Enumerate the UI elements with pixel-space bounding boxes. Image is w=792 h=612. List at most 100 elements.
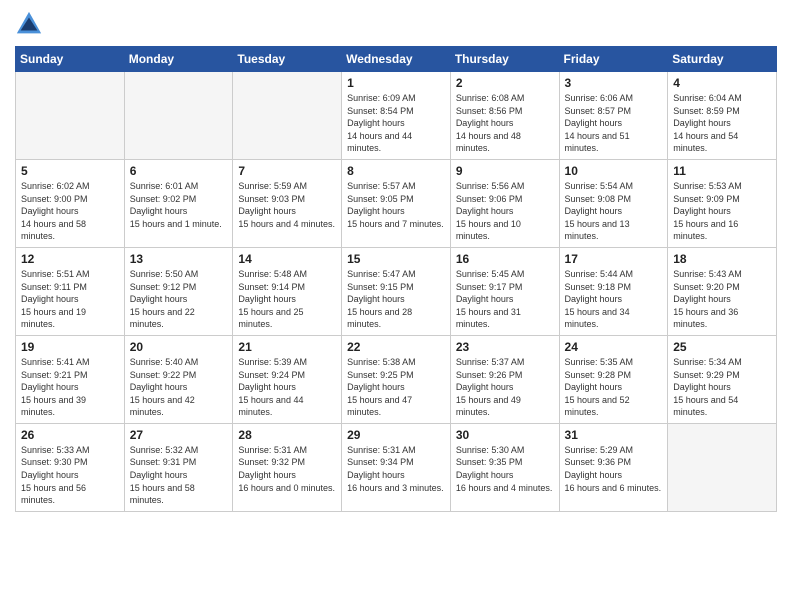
cell-info: Sunrise: 5:59 AM Sunset: 9:03 PM Dayligh…	[238, 180, 336, 230]
cell-info: Sunrise: 5:56 AM Sunset: 9:06 PM Dayligh…	[456, 180, 554, 243]
calendar-cell: 5 Sunrise: 6:02 AM Sunset: 9:00 PM Dayli…	[16, 159, 125, 247]
cell-info: Sunrise: 5:41 AM Sunset: 9:21 PM Dayligh…	[21, 356, 119, 419]
calendar-cell: 29 Sunrise: 5:31 AM Sunset: 9:34 PM Dayl…	[342, 423, 451, 511]
calendar-cell: 8 Sunrise: 5:57 AM Sunset: 9:05 PM Dayli…	[342, 159, 451, 247]
day-number: 23	[456, 340, 554, 354]
cell-info: Sunrise: 6:04 AM Sunset: 8:59 PM Dayligh…	[673, 92, 771, 155]
day-number: 9	[456, 164, 554, 178]
day-number: 3	[565, 76, 663, 90]
calendar-cell: 28 Sunrise: 5:31 AM Sunset: 9:32 PM Dayl…	[233, 423, 342, 511]
day-number: 24	[565, 340, 663, 354]
calendar-cell: 22 Sunrise: 5:38 AM Sunset: 9:25 PM Dayl…	[342, 335, 451, 423]
day-number: 14	[238, 252, 336, 266]
cell-info: Sunrise: 5:54 AM Sunset: 9:08 PM Dayligh…	[565, 180, 663, 243]
cell-info: Sunrise: 5:38 AM Sunset: 9:25 PM Dayligh…	[347, 356, 445, 419]
cell-info: Sunrise: 5:31 AM Sunset: 9:34 PM Dayligh…	[347, 444, 445, 494]
calendar-cell: 18 Sunrise: 5:43 AM Sunset: 9:20 PM Dayl…	[668, 247, 777, 335]
cell-info: Sunrise: 5:48 AM Sunset: 9:14 PM Dayligh…	[238, 268, 336, 331]
header-row: SundayMondayTuesdayWednesdayThursdayFrid…	[16, 47, 777, 72]
calendar-cell: 13 Sunrise: 5:50 AM Sunset: 9:12 PM Dayl…	[124, 247, 233, 335]
cell-info: Sunrise: 5:32 AM Sunset: 9:31 PM Dayligh…	[130, 444, 228, 507]
day-number: 1	[347, 76, 445, 90]
calendar-cell: 16 Sunrise: 5:45 AM Sunset: 9:17 PM Dayl…	[450, 247, 559, 335]
day-number: 26	[21, 428, 119, 442]
logo-icon	[15, 10, 43, 38]
day-number: 16	[456, 252, 554, 266]
col-header-thursday: Thursday	[450, 47, 559, 72]
calendar-cell: 4 Sunrise: 6:04 AM Sunset: 8:59 PM Dayli…	[668, 72, 777, 160]
calendar-cell: 15 Sunrise: 5:47 AM Sunset: 9:15 PM Dayl…	[342, 247, 451, 335]
cell-info: Sunrise: 5:57 AM Sunset: 9:05 PM Dayligh…	[347, 180, 445, 230]
logo	[15, 10, 47, 38]
cell-info: Sunrise: 5:50 AM Sunset: 9:12 PM Dayligh…	[130, 268, 228, 331]
day-number: 4	[673, 76, 771, 90]
day-number: 5	[21, 164, 119, 178]
day-number: 20	[130, 340, 228, 354]
calendar-cell: 7 Sunrise: 5:59 AM Sunset: 9:03 PM Dayli…	[233, 159, 342, 247]
day-number: 17	[565, 252, 663, 266]
day-number: 10	[565, 164, 663, 178]
calendar-cell: 2 Sunrise: 6:08 AM Sunset: 8:56 PM Dayli…	[450, 72, 559, 160]
calendar-table: SundayMondayTuesdayWednesdayThursdayFrid…	[15, 46, 777, 512]
day-number: 19	[21, 340, 119, 354]
cell-info: Sunrise: 6:08 AM Sunset: 8:56 PM Dayligh…	[456, 92, 554, 155]
cell-info: Sunrise: 6:06 AM Sunset: 8:57 PM Dayligh…	[565, 92, 663, 155]
day-number: 21	[238, 340, 336, 354]
calendar-cell	[124, 72, 233, 160]
col-header-saturday: Saturday	[668, 47, 777, 72]
calendar-cell	[668, 423, 777, 511]
day-number: 13	[130, 252, 228, 266]
day-number: 25	[673, 340, 771, 354]
day-number: 2	[456, 76, 554, 90]
day-number: 15	[347, 252, 445, 266]
calendar-cell: 24 Sunrise: 5:35 AM Sunset: 9:28 PM Dayl…	[559, 335, 668, 423]
cell-info: Sunrise: 5:40 AM Sunset: 9:22 PM Dayligh…	[130, 356, 228, 419]
day-number: 8	[347, 164, 445, 178]
calendar-cell: 21 Sunrise: 5:39 AM Sunset: 9:24 PM Dayl…	[233, 335, 342, 423]
day-number: 11	[673, 164, 771, 178]
day-number: 12	[21, 252, 119, 266]
cell-info: Sunrise: 6:09 AM Sunset: 8:54 PM Dayligh…	[347, 92, 445, 155]
cell-info: Sunrise: 5:51 AM Sunset: 9:11 PM Dayligh…	[21, 268, 119, 331]
col-header-wednesday: Wednesday	[342, 47, 451, 72]
calendar-cell: 12 Sunrise: 5:51 AM Sunset: 9:11 PM Dayl…	[16, 247, 125, 335]
calendar-cell: 14 Sunrise: 5:48 AM Sunset: 9:14 PM Dayl…	[233, 247, 342, 335]
cell-info: Sunrise: 5:29 AM Sunset: 9:36 PM Dayligh…	[565, 444, 663, 494]
week-row-4: 19 Sunrise: 5:41 AM Sunset: 9:21 PM Dayl…	[16, 335, 777, 423]
calendar-cell: 9 Sunrise: 5:56 AM Sunset: 9:06 PM Dayli…	[450, 159, 559, 247]
calendar-cell	[233, 72, 342, 160]
week-row-1: 1 Sunrise: 6:09 AM Sunset: 8:54 PM Dayli…	[16, 72, 777, 160]
week-row-5: 26 Sunrise: 5:33 AM Sunset: 9:30 PM Dayl…	[16, 423, 777, 511]
day-number: 28	[238, 428, 336, 442]
cell-info: Sunrise: 5:47 AM Sunset: 9:15 PM Dayligh…	[347, 268, 445, 331]
cell-info: Sunrise: 5:44 AM Sunset: 9:18 PM Dayligh…	[565, 268, 663, 331]
cell-info: Sunrise: 6:02 AM Sunset: 9:00 PM Dayligh…	[21, 180, 119, 243]
calendar-cell: 3 Sunrise: 6:06 AM Sunset: 8:57 PM Dayli…	[559, 72, 668, 160]
day-number: 27	[130, 428, 228, 442]
calendar-cell: 10 Sunrise: 5:54 AM Sunset: 9:08 PM Dayl…	[559, 159, 668, 247]
day-number: 30	[456, 428, 554, 442]
cell-info: Sunrise: 5:34 AM Sunset: 9:29 PM Dayligh…	[673, 356, 771, 419]
calendar-cell: 31 Sunrise: 5:29 AM Sunset: 9:36 PM Dayl…	[559, 423, 668, 511]
col-header-monday: Monday	[124, 47, 233, 72]
day-number: 18	[673, 252, 771, 266]
calendar-cell: 1 Sunrise: 6:09 AM Sunset: 8:54 PM Dayli…	[342, 72, 451, 160]
calendar-cell: 23 Sunrise: 5:37 AM Sunset: 9:26 PM Dayl…	[450, 335, 559, 423]
day-number: 29	[347, 428, 445, 442]
cell-info: Sunrise: 6:01 AM Sunset: 9:02 PM Dayligh…	[130, 180, 228, 230]
col-header-friday: Friday	[559, 47, 668, 72]
calendar-cell: 26 Sunrise: 5:33 AM Sunset: 9:30 PM Dayl…	[16, 423, 125, 511]
cell-info: Sunrise: 5:53 AM Sunset: 9:09 PM Dayligh…	[673, 180, 771, 243]
calendar-cell: 11 Sunrise: 5:53 AM Sunset: 9:09 PM Dayl…	[668, 159, 777, 247]
col-header-tuesday: Tuesday	[233, 47, 342, 72]
day-number: 7	[238, 164, 336, 178]
cell-info: Sunrise: 5:30 AM Sunset: 9:35 PM Dayligh…	[456, 444, 554, 494]
week-row-2: 5 Sunrise: 6:02 AM Sunset: 9:00 PM Dayli…	[16, 159, 777, 247]
week-row-3: 12 Sunrise: 5:51 AM Sunset: 9:11 PM Dayl…	[16, 247, 777, 335]
page-header	[15, 10, 777, 38]
calendar-cell: 20 Sunrise: 5:40 AM Sunset: 9:22 PM Dayl…	[124, 335, 233, 423]
col-header-sunday: Sunday	[16, 47, 125, 72]
day-number: 6	[130, 164, 228, 178]
cell-info: Sunrise: 5:43 AM Sunset: 9:20 PM Dayligh…	[673, 268, 771, 331]
calendar-cell: 27 Sunrise: 5:32 AM Sunset: 9:31 PM Dayl…	[124, 423, 233, 511]
